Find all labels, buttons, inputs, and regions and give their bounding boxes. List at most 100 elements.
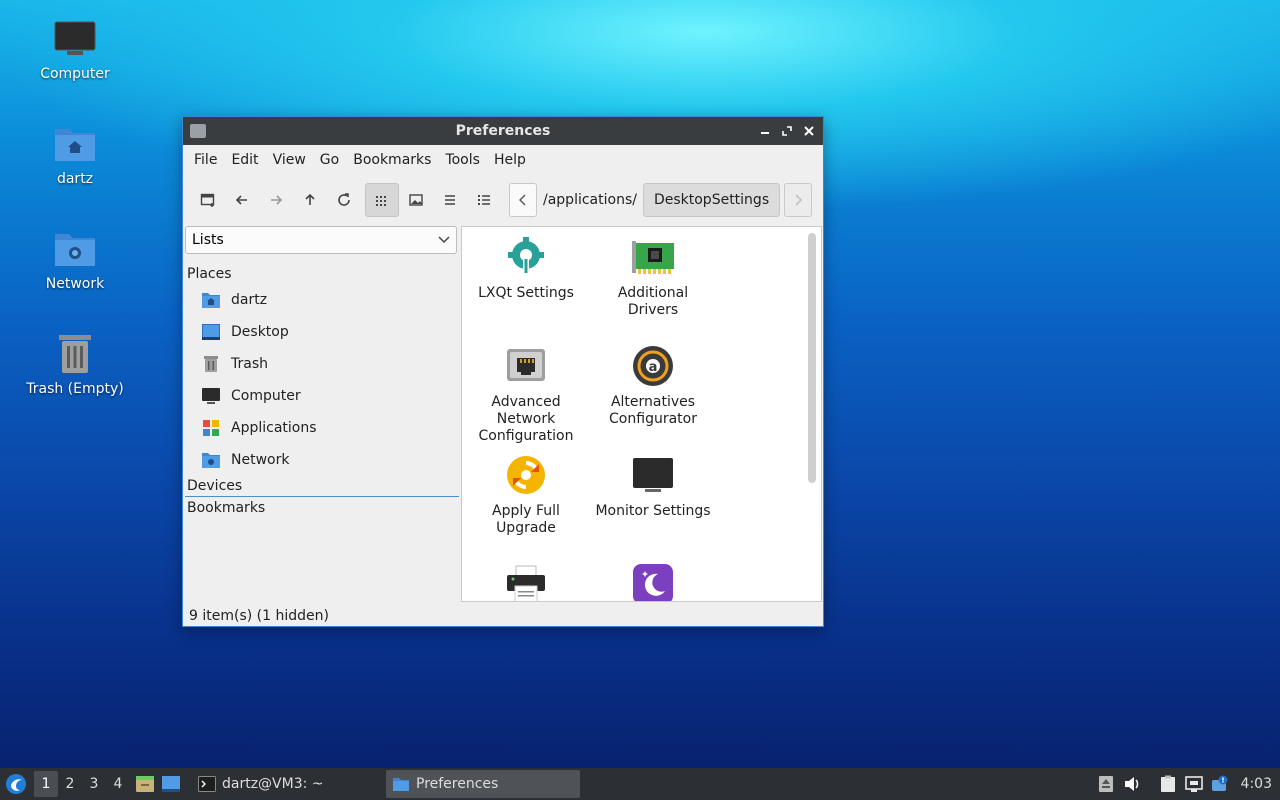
trash-icon (201, 355, 221, 373)
image-view-icon (409, 194, 423, 206)
sidebar-item-desktop[interactable]: Desktop (183, 316, 459, 348)
sidebar-item-network[interactable]: Network (183, 444, 459, 476)
file-item-apply-full-upgrade[interactable]: Apply Full Upgrade (462, 451, 590, 537)
sidebar: Lists Places dartz Desktop Trash Compute… (183, 225, 459, 611)
icon-view-button[interactable] (365, 183, 399, 217)
menu-bookmarks[interactable]: Bookmarks (346, 152, 438, 168)
reload-button[interactable] (327, 183, 361, 217)
desktop-icon-home[interactable]: dartz (20, 119, 130, 187)
window-titlebar[interactable]: Preferences (183, 117, 823, 145)
chevron-left-icon (519, 194, 526, 206)
tray-updates-button[interactable] (1211, 775, 1229, 793)
show-desktop-icon (162, 776, 180, 792)
clipboard-icon (1160, 775, 1175, 792)
bookmarks-header[interactable]: Bookmarks (183, 497, 459, 519)
arrow-up-icon (305, 193, 315, 205)
file-item-additional-drivers[interactable]: Additional Drivers (589, 233, 717, 319)
window-title: Preferences (455, 123, 551, 139)
chevron-down-icon (438, 236, 450, 244)
menubar: File Edit View Go Bookmarks Tools Help (183, 145, 823, 175)
file-item-monitor-settings[interactable]: Monitor Settings (589, 451, 717, 520)
clock[interactable]: 4:03 (1241, 776, 1272, 792)
tray-network-button[interactable] (1184, 775, 1203, 793)
file-item-label: Alternatives Configurator (609, 394, 697, 427)
file-item-label: Apply Full Upgrade (492, 503, 560, 536)
compact-view-button[interactable] (433, 183, 467, 217)
desktop-icon-label: dartz (56, 171, 94, 187)
file-item-alternatives-configurator[interactable]: a Alternatives Configurator (589, 342, 717, 428)
network-folder-icon (51, 224, 99, 272)
back-button[interactable] (225, 183, 259, 217)
trash-icon (51, 329, 99, 377)
file-view[interactable]: LXQt Settings Additional Drivers Advance… (461, 226, 822, 602)
desktop-icon (201, 323, 221, 341)
sidebar-item-applications[interactable]: Applications (183, 412, 459, 444)
sidebar-item-label: Computer (231, 388, 301, 404)
lubuntu-logo-icon (6, 774, 26, 794)
file-item-advanced-network-configuration[interactable]: Advanced Network Configuration (462, 342, 590, 445)
devices-header[interactable]: Devices (183, 476, 459, 496)
workspace-3[interactable]: 3 (82, 771, 106, 797)
desktop-icon-trash[interactable]: Trash (Empty) (20, 329, 130, 397)
network-folder-icon (201, 451, 221, 469)
tray-clipboard-button[interactable] (1159, 775, 1177, 793)
home-folder-icon (201, 291, 221, 309)
printer-icon (502, 560, 550, 601)
sidebar-item-label: dartz (231, 292, 268, 308)
vertical-scrollbar[interactable] (808, 233, 816, 483)
sidebar-item-trash[interactable]: Trash (183, 348, 459, 380)
desktop-icon-label: Computer (40, 66, 110, 82)
file-item-night-mode[interactable] (589, 560, 717, 601)
file-item-label: LXQt Settings (478, 285, 574, 301)
task-terminal[interactable]: dartz@VM3: ~ (192, 770, 382, 798)
workspace-1[interactable]: 1 (34, 771, 58, 797)
desktop-icon-network[interactable]: Network (20, 224, 130, 292)
night-mode-icon (629, 560, 677, 601)
menu-view[interactable]: View (266, 152, 313, 168)
path-text[interactable]: /applications/ (537, 183, 643, 217)
lxqt-settings-icon (502, 233, 550, 281)
sidebar-item-computer[interactable]: Computer (183, 380, 459, 412)
menu-tools[interactable]: Tools (438, 152, 487, 168)
task-label: dartz@VM3: ~ (222, 776, 324, 792)
start-menu-button[interactable] (2, 770, 30, 798)
places-header[interactable]: Places (183, 260, 459, 284)
up-button[interactable] (293, 183, 327, 217)
home-folder-icon (51, 119, 99, 167)
menu-help[interactable]: Help (487, 152, 533, 168)
sidebar-item-label: Trash (231, 356, 268, 372)
detail-view-button[interactable] (467, 183, 501, 217)
file-item-lxqt-settings[interactable]: LXQt Settings (462, 233, 590, 302)
new-tab-button[interactable] (191, 183, 225, 217)
computer-icon (51, 14, 99, 62)
thumbnail-view-button[interactable] (399, 183, 433, 217)
svg-text:a: a (649, 360, 658, 375)
forward-button[interactable] (259, 183, 293, 217)
desktop-icon-computer[interactable]: Computer (20, 14, 130, 82)
file-item-label: Additional Drivers (617, 285, 689, 318)
menu-edit[interactable]: Edit (224, 152, 265, 168)
workspace-4[interactable]: 4 (106, 771, 130, 797)
workspace-2[interactable]: 2 (58, 771, 82, 797)
network-wired-icon (1184, 776, 1203, 792)
menu-file[interactable]: File (187, 152, 224, 168)
file-item-printer[interactable] (462, 560, 590, 601)
tray-eject-button[interactable] (1097, 775, 1115, 793)
task-preferences[interactable]: Preferences (386, 770, 580, 798)
path-scroll-right-button[interactable] (784, 183, 813, 217)
removable-media-icon (1098, 776, 1113, 792)
quicklaunch-file-manager[interactable] (132, 771, 158, 797)
desktop-icon-label: Network (45, 276, 105, 292)
network-port-icon (502, 342, 550, 390)
file-manager-icon (136, 776, 154, 792)
toolbar: /applications/ DesktopSettings (183, 175, 823, 225)
path-scroll-left-button[interactable] (509, 183, 537, 217)
file-item-label: Monitor Settings (595, 503, 711, 519)
sidebar-item-dartz[interactable]: dartz (183, 284, 459, 316)
path-crumb-desktopsettings[interactable]: DesktopSettings (642, 183, 781, 217)
side-pane-mode-select[interactable]: Lists (185, 226, 457, 254)
grid-view-icon (376, 196, 386, 206)
menu-go[interactable]: Go (313, 152, 346, 168)
quicklaunch-show-desktop[interactable] (158, 771, 184, 797)
tray-volume-button[interactable] (1123, 775, 1141, 793)
